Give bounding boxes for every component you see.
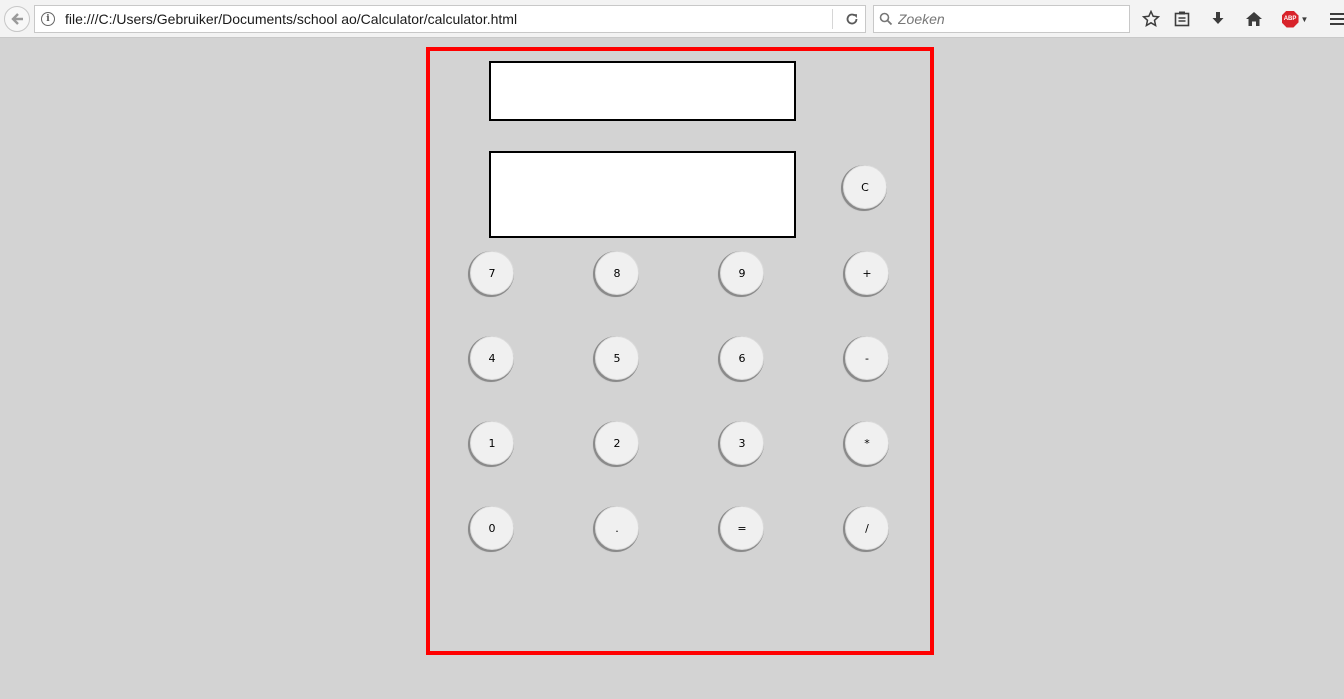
search-bar[interactable] [873,5,1130,33]
dropdown-arrow-icon: ▼ [1300,14,1309,24]
adblock-plus-icon: ABP [1281,10,1299,28]
url-text[interactable]: file:///C:/Users/Gebruiker/Documents/sch… [65,11,832,27]
key-0[interactable]: 0 [470,506,514,550]
key-decimal[interactable]: . [595,506,639,550]
address-bar[interactable]: i file:///C:/Users/Gebruiker/Documents/s… [34,5,866,33]
key-5[interactable]: 5 [595,336,639,380]
reload-icon[interactable] [839,6,865,32]
key-1[interactable]: 1 [470,421,514,465]
key-multiply[interactable]: * [845,421,889,465]
site-info-icon[interactable]: i [35,6,61,32]
browser-toolbar: i file:///C:/Users/Gebruiker/Documents/s… [0,0,1344,38]
key-8[interactable]: 8 [595,251,639,295]
home-icon[interactable] [1243,8,1265,30]
back-arrow-icon [11,13,23,25]
search-input[interactable] [898,11,1098,27]
calculator: C 7 8 9 + 4 5 6 - 1 2 3 * 0 . = / [426,47,934,655]
key-minus[interactable]: - [845,336,889,380]
key-9[interactable]: 9 [720,251,764,295]
key-equals[interactable]: = [720,506,764,550]
menu-icon[interactable] [1328,8,1344,30]
search-icon [874,12,898,26]
download-icon[interactable] [1207,8,1229,30]
key-4[interactable]: 4 [470,336,514,380]
key-divide[interactable]: / [845,506,889,550]
key-3[interactable]: 3 [720,421,764,465]
key-2[interactable]: 2 [595,421,639,465]
key-6[interactable]: 6 [720,336,764,380]
reading-list-icon[interactable] [1171,8,1193,30]
bookmark-star-icon[interactable] [1140,8,1162,30]
adblock-plus-button[interactable]: ABP ▼ [1280,8,1310,30]
url-divider [832,9,833,29]
back-button[interactable] [4,6,30,32]
calculation-display[interactable] [489,61,796,121]
key-plus[interactable]: + [845,251,889,295]
clear-button[interactable]: C [843,165,887,209]
result-display[interactable] [489,151,796,238]
key-7[interactable]: 7 [470,251,514,295]
